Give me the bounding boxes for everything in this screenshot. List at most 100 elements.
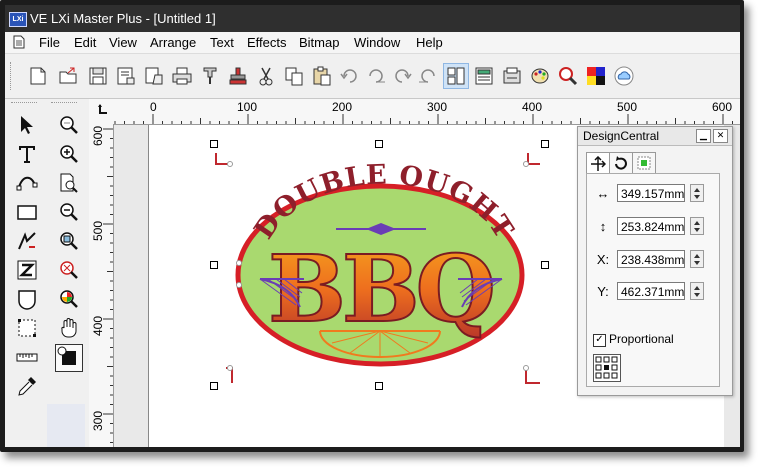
cloud-icon[interactable] — [611, 63, 637, 89]
tab-position-size[interactable] — [586, 152, 610, 174]
bezier-tool-icon[interactable] — [13, 227, 41, 254]
application-window: LXi VE LXi Master Plus - [Untitled 1] Fi… — [5, 5, 740, 447]
redo-list-icon[interactable] — [415, 63, 441, 89]
height-spinner[interactable] — [690, 217, 704, 235]
zoom-page-icon[interactable] — [55, 169, 83, 196]
properties-icon[interactable] — [443, 63, 469, 89]
y-position-field[interactable]: 462.371mm — [617, 282, 685, 300]
toolbox-grip-right[interactable] — [51, 102, 77, 105]
y-label: Y: — [597, 284, 609, 299]
arc-tool-icon[interactable] — [13, 285, 41, 312]
pan-hand-icon[interactable] — [55, 314, 83, 341]
menu-effects[interactable]: Effects — [247, 35, 287, 50]
y-spinner[interactable] — [690, 282, 704, 300]
menu-help[interactable]: Help — [416, 35, 443, 50]
y-row: Y: 462.371mm — [593, 282, 713, 302]
eyedropper-icon[interactable] — [13, 372, 41, 399]
zoom-tool-icon[interactable] — [55, 111, 83, 138]
window-frame: LXi VE LXi Master Plus - [Untitled 1] Fi… — [0, 0, 744, 452]
x-spinner[interactable] — [690, 250, 704, 268]
ruler-label-400: 400 — [522, 100, 543, 114]
menu-view[interactable]: View — [109, 35, 137, 50]
design-central-content: ↔ 349.157mm ↕ 253.824mm X: 238.438mm Y: … — [586, 173, 720, 387]
ruler-label-v-400: 400 — [91, 315, 105, 336]
pen-tool-icon[interactable] — [197, 63, 223, 89]
reference-point-selector[interactable] — [593, 354, 621, 382]
toolbox-grip-left[interactable] — [11, 102, 37, 105]
text-tool-icon[interactable] — [13, 140, 41, 167]
zoom-out-icon[interactable] — [55, 198, 83, 225]
vertical-ruler[interactable]: 600 500 400 300 — [89, 124, 114, 447]
menu-bitmap[interactable]: Bitmap — [299, 35, 339, 50]
new-document-icon[interactable] — [25, 63, 51, 89]
toolbar-grip[interactable] — [10, 62, 14, 90]
cut-icon[interactable] — [253, 63, 279, 89]
redo-icon[interactable] — [389, 63, 415, 89]
title-bar: LXi VE LXi Master Plus - [Untitled 1] — [5, 5, 740, 32]
ruler-label-500: 500 — [617, 100, 638, 114]
color-grid-icon[interactable] — [583, 63, 609, 89]
width-field[interactable]: 349.157mm — [617, 184, 685, 202]
reference-point-grid-icon — [595, 356, 618, 379]
crop-tool-icon[interactable] — [13, 314, 41, 341]
menu-window[interactable]: Window — [354, 35, 400, 50]
minimize-panel-button[interactable]: ▁ — [696, 129, 711, 143]
palette-icon[interactable] — [527, 63, 553, 89]
x-row: X: 238.438mm — [593, 250, 713, 270]
print-preview-icon[interactable] — [141, 63, 167, 89]
ruler-label-0: 0 — [150, 100, 157, 114]
zoom-selection-icon[interactable] — [55, 227, 83, 254]
corner-mark-bottom-right — [523, 365, 540, 384]
output-icon[interactable] — [499, 63, 525, 89]
zigzag-tool-icon[interactable] — [13, 256, 41, 283]
layers-icon[interactable] — [471, 63, 497, 89]
node-edit-icon[interactable] — [13, 169, 41, 196]
menu-bar: File Edit View Arrange Text Effects Bitm… — [5, 32, 740, 54]
toolbox — [5, 99, 85, 447]
copy-icon[interactable] — [281, 63, 307, 89]
menu-edit[interactable]: Edit — [74, 35, 96, 50]
proportional-checkbox[interactable]: ✓ — [593, 334, 606, 347]
fill-color-icon[interactable] — [55, 344, 83, 372]
ruler-label-v-600: 600 — [91, 125, 105, 146]
ruler-origin-corner[interactable] — [89, 99, 113, 124]
width-row: ↔ 349.157mm — [593, 184, 713, 204]
corner-mark-top-right — [523, 153, 540, 167]
close-panel-button[interactable]: ✕ — [713, 129, 728, 143]
zoom-all-icon[interactable] — [55, 256, 83, 283]
corner-mark-top-left — [215, 153, 233, 167]
stamp-icon[interactable] — [225, 63, 251, 89]
rectangle-tool-icon[interactable] — [13, 198, 41, 225]
tab-rotate[interactable] — [609, 152, 633, 173]
design-central-tabs — [586, 152, 676, 174]
save-icon[interactable] — [85, 63, 111, 89]
design-central-titlebar[interactable]: DesignCentral ▁ ✕ — [578, 127, 732, 146]
paste-icon[interactable] — [309, 63, 335, 89]
print-icon[interactable] — [169, 63, 195, 89]
select-arrow-icon[interactable] — [13, 111, 41, 138]
design-central-panel: DesignCentral ▁ ✕ ↔ 349.157mm ↕ 253.824m… — [577, 126, 733, 396]
menu-text[interactable]: Text — [210, 35, 234, 50]
main-toolbar — [5, 54, 740, 99]
align-center-icon — [637, 156, 651, 170]
undo-list-icon[interactable] — [363, 63, 389, 89]
rotate-icon — [615, 156, 627, 170]
width-spinner[interactable] — [690, 184, 704, 202]
print-setup-icon[interactable] — [113, 63, 139, 89]
open-document-icon[interactable] — [55, 63, 81, 89]
logo-bbq-text: BBQ — [268, 235, 493, 343]
height-field[interactable]: 253.824mm — [617, 217, 685, 235]
zoom-in-icon[interactable] — [55, 140, 83, 167]
document-menu-icon[interactable] — [13, 35, 25, 49]
zoom-color-icon[interactable] — [55, 285, 83, 312]
tab-align[interactable] — [632, 152, 656, 173]
x-position-field[interactable]: 238.438mm — [617, 250, 685, 268]
horizontal-ruler[interactable]: 0 100 200 300 400 500 600 — [113, 99, 740, 125]
height-arrow-icon: ↕ — [599, 219, 607, 234]
zoom-icon[interactable] — [555, 63, 581, 89]
menu-arrange[interactable]: Arrange — [150, 35, 196, 50]
measure-ruler-icon[interactable] — [13, 343, 41, 370]
menu-file[interactable]: File — [39, 35, 60, 50]
undo-icon[interactable] — [337, 63, 363, 89]
proportional-label: Proportional — [609, 332, 674, 346]
